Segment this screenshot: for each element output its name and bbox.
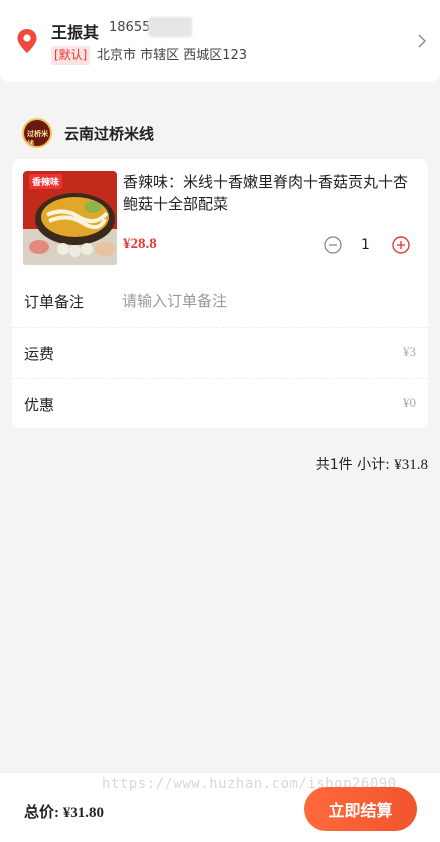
checkout-button[interactable]: 立即结算 bbox=[304, 787, 417, 831]
product-image-label: 香辣味 bbox=[29, 174, 63, 189]
total-price: 总价: ¥31.80 bbox=[24, 805, 104, 821]
increase-quantity-icon[interactable] bbox=[392, 236, 410, 254]
address-detail: 北京市 市辖区 西城区123 bbox=[97, 48, 248, 63]
product-price: ¥28.8 bbox=[123, 236, 157, 252]
chevron-right-icon bbox=[418, 34, 426, 48]
subtotal-amount: ¥31.8 bbox=[394, 457, 428, 473]
shop-logo: 过桥米线 bbox=[22, 118, 52, 148]
recipient-phone: 18655 bbox=[109, 20, 151, 35]
address-card[interactable]: 王振其 18655 [默认] 北京市 市辖区 西城区123 bbox=[0, 0, 440, 82]
order-note-row: 订单备注 bbox=[12, 276, 428, 326]
checkout-bar: https://www.huzhan.com/ishop26090 总价: ¥3… bbox=[0, 772, 440, 842]
shipping-label: 运费 bbox=[24, 345, 55, 363]
decrease-quantity-icon[interactable] bbox=[324, 236, 342, 254]
recipient-name: 王振其 bbox=[51, 23, 100, 42]
phone-redaction bbox=[148, 17, 192, 37]
location-pin-icon bbox=[17, 29, 37, 53]
quantity-value: 1 bbox=[361, 237, 370, 253]
subtotal-text: 共1件 小计: bbox=[315, 457, 395, 473]
subtotal: 共1件 小计: ¥31.8 bbox=[316, 454, 428, 474]
order-note-label: 订单备注 bbox=[24, 293, 85, 311]
order-note-input[interactable] bbox=[122, 286, 412, 316]
shipping-value: ¥3 bbox=[403, 344, 416, 359]
default-address-tag: [默认] bbox=[51, 46, 91, 65]
product-title: 香辣味：米线十香嫩里脊肉十香菇贡丸十杏鲍菇十全部配菜 bbox=[123, 173, 409, 213]
shop-name: 云南过桥米线 bbox=[64, 125, 155, 143]
order-card: 香辣味 香辣味：米线十香嫩里脊肉十香菇贡丸十杏鲍菇十全部配菜 ¥28.8 1 订… bbox=[12, 159, 428, 428]
discount-value: ¥0 bbox=[403, 395, 416, 410]
shop-header: 过桥米线 云南过桥米线 bbox=[22, 118, 322, 148]
discount-row: 优惠 ¥0 bbox=[12, 378, 428, 428]
shop-logo-text: 过桥米线 bbox=[27, 130, 48, 148]
product-image: 香辣味 bbox=[23, 171, 117, 265]
shipping-row: 运费 ¥3 bbox=[12, 327, 428, 377]
discount-label: 优惠 bbox=[24, 396, 55, 414]
